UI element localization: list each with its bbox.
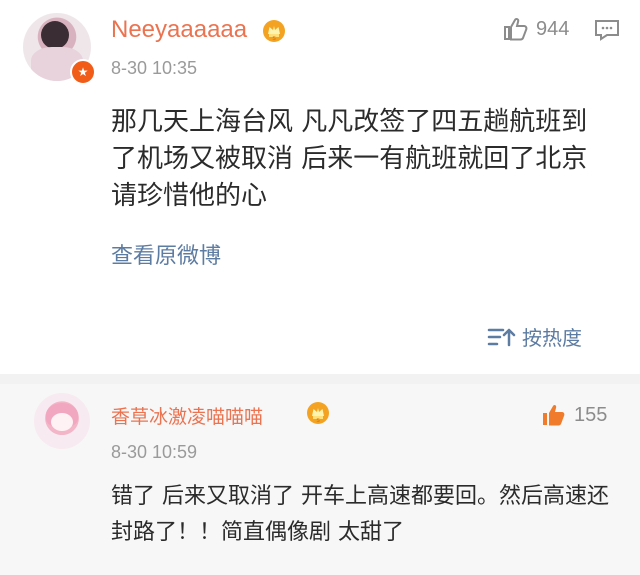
sort-by-hot-button[interactable]: 按热度: [486, 322, 582, 351]
sort-label: 按热度: [522, 326, 582, 350]
section-divider: [0, 374, 640, 384]
reply-timestamp: 8-30 10:59: [111, 442, 198, 462]
thumbs-up-icon: [538, 400, 568, 430]
reply-username[interactable]: 香草冰激凌喵喵喵: [111, 402, 263, 429]
post-like-button[interactable]: 944: [500, 14, 569, 44]
post-timestamp: 8-30 10:35: [111, 58, 198, 78]
sort-icon: [486, 325, 516, 349]
view-original-link[interactable]: 查看原微博: [111, 238, 221, 270]
reply-like-button[interactable]: 155: [538, 400, 607, 430]
post-content: 那几天上海台风 凡凡改签了四五趟航班到了机场又被取消 后来一有航班就回了北京 请…: [111, 107, 588, 211]
vip-icon: ★: [70, 59, 96, 85]
reply-avatar[interactable]: [34, 393, 90, 449]
reply-like-count: 155: [574, 403, 608, 426]
post-like-count: 944: [536, 17, 570, 40]
thumbs-up-icon: [500, 14, 530, 44]
crown-badge-icon: S: [306, 401, 330, 425]
crown-badge-icon: S: [262, 19, 286, 43]
reply-content: 错了 后来又取消了 开车上高速都要回。然后高速还封路了！！简直偶像剧 太甜了: [111, 484, 609, 545]
comment-icon[interactable]: [593, 18, 621, 42]
post-username[interactable]: Neeyaaaaaa: [111, 16, 247, 44]
